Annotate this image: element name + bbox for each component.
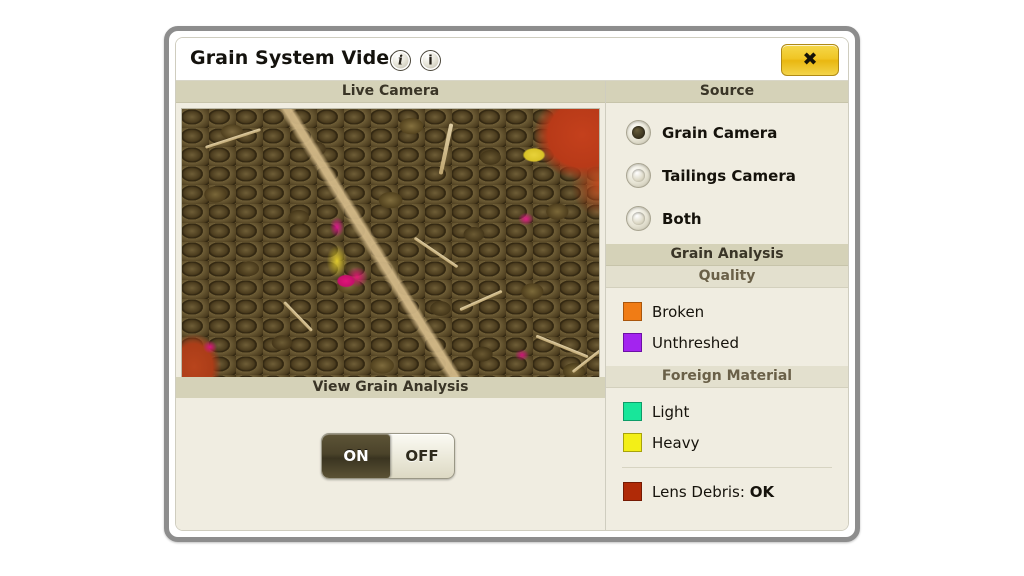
close-icon: ✖ <box>802 49 818 70</box>
source-option-label: Tailings Camera <box>662 166 796 185</box>
title-bar: Grain System Video i i ✖ <box>176 38 848 81</box>
toggle-on-segment[interactable]: ON <box>322 434 390 478</box>
close-button[interactable]: ✖ <box>781 44 839 76</box>
source-header: Source <box>606 81 848 103</box>
info-detail-icon[interactable]: i <box>420 50 441 71</box>
source-option-label: Grain Camera <box>662 123 778 142</box>
quality-legend-unthreshed: Unthreshed <box>606 327 848 358</box>
info-icon-glyph: i <box>398 53 403 68</box>
window-inner-panel: Grain System Video i i ✖ Live Camera Vie… <box>175 37 849 531</box>
page-title: Grain System Video <box>190 47 403 69</box>
toggle-zone: ON OFF <box>176 398 605 530</box>
quality-legend-broken: Broken <box>606 296 848 327</box>
quality-subheader: Quality <box>606 266 848 288</box>
grain-system-video-window: Grain System Video i i ✖ Live Camera Vie… <box>164 26 860 542</box>
right-column: Source Grain Camera Tailings Camera Both… <box>606 81 848 530</box>
foreign-material-legend-light: Light <box>606 396 848 427</box>
source-option-both[interactable]: Both <box>606 197 848 240</box>
radio-icon[interactable] <box>626 163 651 188</box>
info-icon[interactable]: i <box>390 50 411 71</box>
grain-analysis-header: Grain Analysis <box>606 244 848 266</box>
color-swatch-light <box>623 402 642 421</box>
toggle-off-segment[interactable]: OFF <box>390 434 454 478</box>
color-swatch-heavy <box>623 433 642 452</box>
legend-label: Light <box>652 402 690 421</box>
radio-icon[interactable] <box>626 120 651 145</box>
color-swatch-broken <box>623 302 642 321</box>
lens-debris-status-row: Lens Debris: OK <box>606 476 848 507</box>
info-detail-icon-glyph: i <box>428 53 433 68</box>
lens-debris-label: Lens Debris: OK <box>652 483 774 501</box>
legend-label: Heavy <box>652 433 700 452</box>
lens-debris-text: Lens Debris: <box>652 482 745 501</box>
left-column: Live Camera View Grain Analysis ON OFF <box>176 81 606 530</box>
color-swatch-lens-debris <box>623 482 642 501</box>
legend-label: Unthreshed <box>652 333 740 352</box>
grain-camera-feed-image <box>182 109 599 394</box>
source-option-grain-camera[interactable]: Grain Camera <box>606 111 848 154</box>
foreign-material-legend-heavy: Heavy <box>606 427 848 458</box>
legend-divider <box>622 467 832 468</box>
window-body: Live Camera View Grain Analysis ON OFF S… <box>176 81 848 530</box>
live-camera-viewport[interactable] <box>181 108 600 395</box>
view-grain-analysis-header: View Grain Analysis <box>176 377 605 399</box>
color-swatch-unthreshed <box>623 333 642 352</box>
source-option-tailings-camera[interactable]: Tailings Camera <box>606 154 848 197</box>
foreign-material-subheader: Foreign Material <box>606 366 848 388</box>
source-option-label: Both <box>662 209 702 228</box>
legend-label: Broken <box>652 302 705 321</box>
view-grain-analysis-toggle[interactable]: ON OFF <box>321 433 455 479</box>
live-camera-header: Live Camera <box>176 81 605 103</box>
status-badge: OK <box>749 482 775 501</box>
radio-icon[interactable] <box>626 206 651 231</box>
